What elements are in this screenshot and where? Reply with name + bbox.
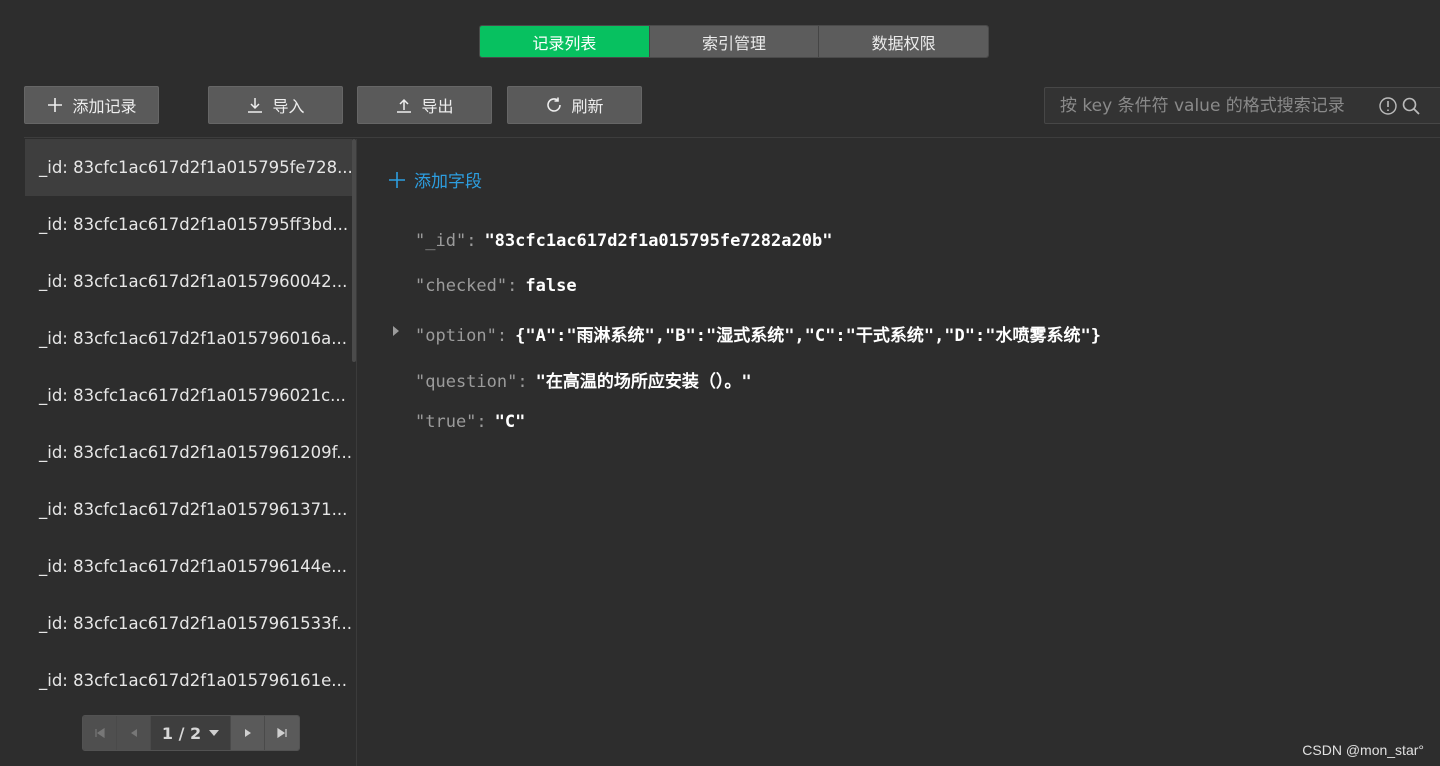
record-item[interactable]: _id: 83cfc1ac617d2f1a015795fe728... [25,139,352,196]
field-option[interactable]: "option": {"A":"雨淋系统","B":"湿式系统","C":"干式系… [415,321,1101,346]
record-item[interactable]: _id: 83cfc1ac617d2f1a0157961209f... [25,424,352,481]
last-page-button[interactable] [265,716,299,750]
first-page-icon [94,727,105,739]
prev-page-icon [130,729,137,737]
upload-icon [397,98,412,113]
watermark: CSDN @mon_star° [1302,742,1424,758]
next-page-icon [244,729,251,737]
search-box [1044,87,1440,124]
record-item[interactable]: _id: 83cfc1ac617d2f1a015796021c... [25,367,352,424]
search-icon[interactable] [1401,96,1421,116]
record-list: _id: 83cfc1ac617d2f1a015795fe728... _id:… [25,139,357,766]
record-item[interactable]: _id: 83cfc1ac617d2f1a015795ff3bd... [25,196,352,253]
field-question[interactable]: "question": "在高温的场所应安装（）。" [415,367,752,392]
field-key: "option" [415,326,497,346]
search-input[interactable] [1045,88,1378,123]
field-key: "_id" [415,231,467,251]
prev-page-button[interactable] [117,716,151,750]
tab-data-permissions[interactable]: 数据权限 [819,26,988,57]
top-tabs: 记录列表 索引管理 数据权限 [479,25,989,58]
record-item[interactable]: _id: 83cfc1ac617d2f1a015796144e... [25,538,352,595]
field-key: "checked" [415,276,508,296]
add-field-button[interactable]: 添加字段 [388,167,482,192]
refresh-icon [547,97,562,112]
field-value: "C" [494,412,526,432]
record-item[interactable]: _id: 83cfc1ac617d2f1a015796016a... [25,310,352,367]
chevron-down-icon [209,730,220,736]
field-true[interactable]: "true": "C" [415,412,525,432]
refresh-button[interactable]: 刷新 [507,86,642,124]
refresh-label: 刷新 [571,97,604,116]
info-icon[interactable] [1378,96,1398,116]
field-key: "true" [415,412,477,432]
plus-icon [48,98,63,112]
page-indicator: 1 / 2 [161,723,202,743]
record-item[interactable]: _id: 83cfc1ac617d2f1a0157960042... [25,253,352,310]
next-page-button[interactable] [231,716,265,750]
field-key: "question" [415,372,518,392]
export-button[interactable]: 导出 [357,86,492,124]
record-item[interactable]: _id: 83cfc1ac617d2f1a0157961533f... [25,595,352,652]
record-item[interactable]: _id: 83cfc1ac617d2f1a015796161e... [25,652,352,709]
add-record-label: 添加记录 [72,97,137,116]
field-checked[interactable]: "checked": false [415,276,577,296]
plus-icon [389,171,405,188]
page-select[interactable]: 1 / 2 [151,716,231,750]
record-detail: 添加字段 "_id": "83cfc1ac617d2f1a015795fe7282… [358,139,1440,766]
expand-caret-icon[interactable] [393,326,399,336]
field-value: {"A":"雨淋系统","B":"湿式系统","C":"干式系统","D":"水… [515,326,1101,346]
last-page-icon [277,727,287,739]
first-page-button[interactable] [83,716,117,750]
download-icon [248,98,263,113]
add-record-button[interactable]: 添加记录 [24,86,159,124]
import-button[interactable]: 导入 [208,86,343,124]
toolbar-divider [24,137,1440,138]
pagination: 1 / 2 [82,715,300,751]
field-value: false [525,276,577,296]
field-id[interactable]: "_id": "83cfc1ac617d2f1a015795fe7282a20b" [415,231,832,251]
import-label: 导入 [272,97,305,116]
export-label: 导出 [421,97,454,116]
record-list-scrollbar[interactable] [352,139,356,362]
tab-index-management[interactable]: 索引管理 [649,26,820,57]
field-value: "在高温的场所应安装（）。" [535,372,752,392]
field-value: "83cfc1ac617d2f1a015795fe7282a20b" [484,231,833,251]
record-item[interactable]: _id: 83cfc1ac617d2f1a0157961371... [25,481,352,538]
add-field-label: 添加字段 [414,172,482,192]
tab-record-list[interactable]: 记录列表 [480,26,650,57]
